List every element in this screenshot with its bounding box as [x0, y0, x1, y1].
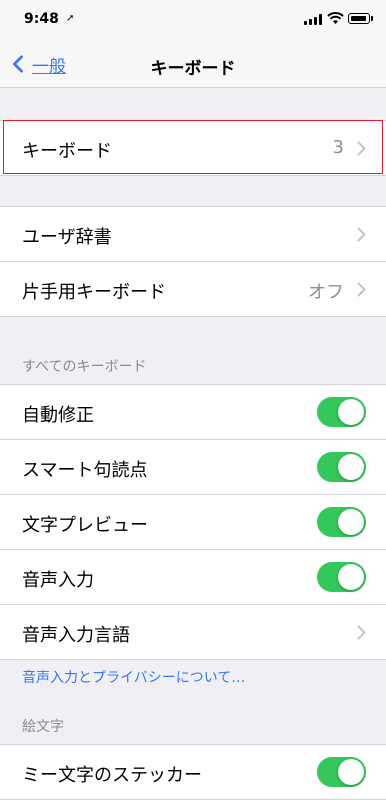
emoji-header: 絵文字	[22, 719, 64, 735]
chevron-right-icon	[357, 141, 366, 156]
memoji-stickers-toggle[interactable]	[317, 757, 366, 787]
cellular-signal-icon	[304, 14, 322, 25]
character-preview-row: 文字プレビュー	[0, 495, 386, 550]
dictionary-group: ユーザ辞書 片手用キーボード オフ	[0, 206, 386, 317]
dictation-language-row[interactable]: 音声入力言語	[0, 605, 386, 660]
emoji-group: ミー文字のステッカー	[0, 744, 386, 800]
smart-punctuation-toggle[interactable]	[317, 452, 366, 482]
location-arrow-icon: ➚	[66, 13, 75, 24]
keyboards-count: 3	[332, 137, 344, 158]
keyboards-group: キーボード 3	[0, 120, 386, 176]
navigation-bar: 一般 キーボード	[0, 40, 386, 88]
chevron-right-icon	[357, 625, 366, 640]
dictation-toggle[interactable]	[317, 562, 366, 592]
all-keyboards-group: 自動修正 スマート句読点 文字プレビュー 音声入力 音声入力言語	[0, 384, 386, 660]
status-time: 9:48	[24, 11, 59, 27]
dictation-privacy-link[interactable]: 音声入力とプライバシーについて…	[22, 667, 245, 687]
dictation-label: 音声入力	[22, 570, 94, 591]
wifi-icon	[327, 12, 344, 24]
character-preview-label: 文字プレビュー	[22, 515, 148, 536]
smart-punctuation-label: スマート句読点	[22, 460, 148, 481]
status-bar: 9:48 ➚	[0, 0, 386, 40]
one-handed-keyboard-value: オフ	[308, 282, 344, 303]
keyboards-row[interactable]: キーボード 3	[0, 121, 386, 176]
character-preview-toggle[interactable]	[317, 507, 366, 537]
dictation-language-label: 音声入力言語	[22, 625, 130, 646]
user-dictionary-label: ユーザ辞書	[22, 227, 112, 248]
one-handed-keyboard-row[interactable]: 片手用キーボード オフ	[0, 262, 386, 317]
battery-tip	[371, 16, 373, 21]
all-keyboards-header: すべてのキーボード	[22, 359, 147, 375]
dictation-row: 音声入力	[0, 550, 386, 605]
one-handed-keyboard-label: 片手用キーボード	[22, 282, 166, 303]
keyboards-label: キーボード	[22, 141, 112, 162]
page-title: キーボード	[150, 59, 236, 79]
memoji-stickers-row: ミー文字のステッカー	[0, 745, 386, 800]
auto-correction-label: 自動修正	[22, 405, 94, 426]
memoji-stickers-label: ミー文字のステッカー	[22, 765, 202, 786]
auto-correction-row: 自動修正	[0, 385, 386, 440]
smart-punctuation-row: スマート句読点	[0, 440, 386, 495]
auto-correction-toggle[interactable]	[317, 397, 366, 427]
chevron-right-icon	[357, 227, 366, 242]
battery-icon	[348, 13, 370, 24]
chevron-right-icon	[357, 282, 366, 297]
user-dictionary-row[interactable]: ユーザ辞書	[0, 207, 386, 262]
